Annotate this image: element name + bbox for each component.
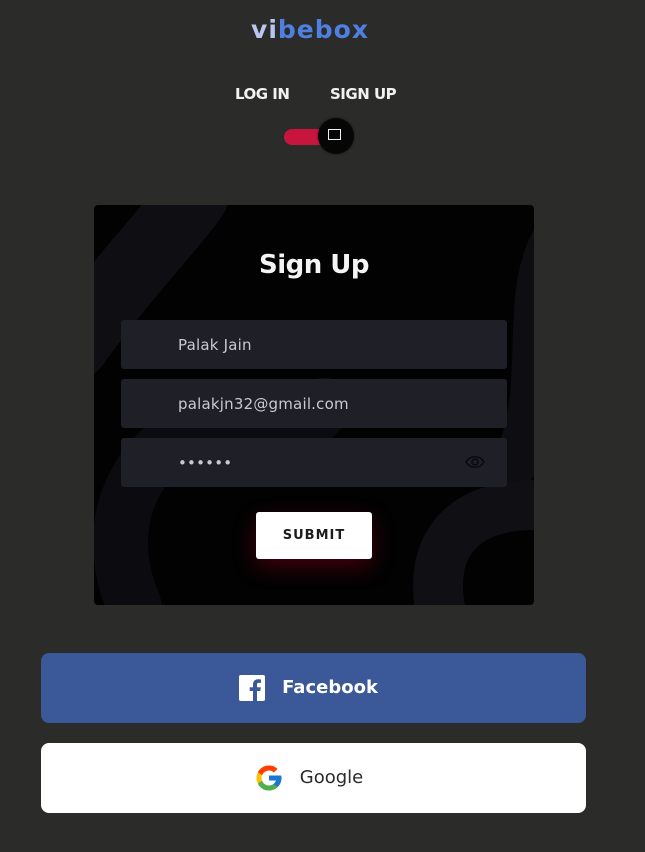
password-field[interactable]: ••••••: [121, 438, 507, 487]
mode-toggle-switch[interactable]: [284, 118, 354, 154]
facebook-label: Facebook: [282, 677, 378, 698]
toggle-knob[interactable]: [318, 118, 354, 154]
form-title: Sign Up: [258, 250, 370, 280]
eye-icon[interactable]: [465, 454, 485, 470]
name-field[interactable]: Palak Jain: [121, 320, 507, 369]
facebook-icon: [239, 675, 266, 701]
submit-button[interactable]: SUBMIT: [256, 512, 372, 559]
signup-card: Sign Up Palak Jain palakjn32@gmail.com •…: [94, 205, 534, 605]
google-button-content: Google: [41, 743, 586, 813]
password-field-value: ••••••: [178, 454, 233, 472]
square-icon: [328, 129, 341, 140]
email-field-value: palakjn32@gmail.com: [178, 395, 349, 413]
logo: vibebox: [0, 14, 620, 46]
login-mode-label[interactable]: LOG IN: [235, 84, 290, 104]
facebook-login-button[interactable]: Facebook: [41, 653, 586, 723]
email-field[interactable]: palakjn32@gmail.com: [121, 379, 507, 428]
name-field-value: Palak Jain: [178, 336, 252, 354]
google-icon: [256, 765, 282, 791]
google-login-button[interactable]: Google: [41, 743, 586, 813]
facebook-button-content: Facebook: [41, 653, 586, 723]
google-label: Google: [299, 767, 364, 788]
logo-text-part2: bebox: [277, 15, 369, 44]
logo-text-part1: vi: [251, 15, 278, 44]
signup-mode-label[interactable]: SIGN UP: [330, 84, 397, 104]
